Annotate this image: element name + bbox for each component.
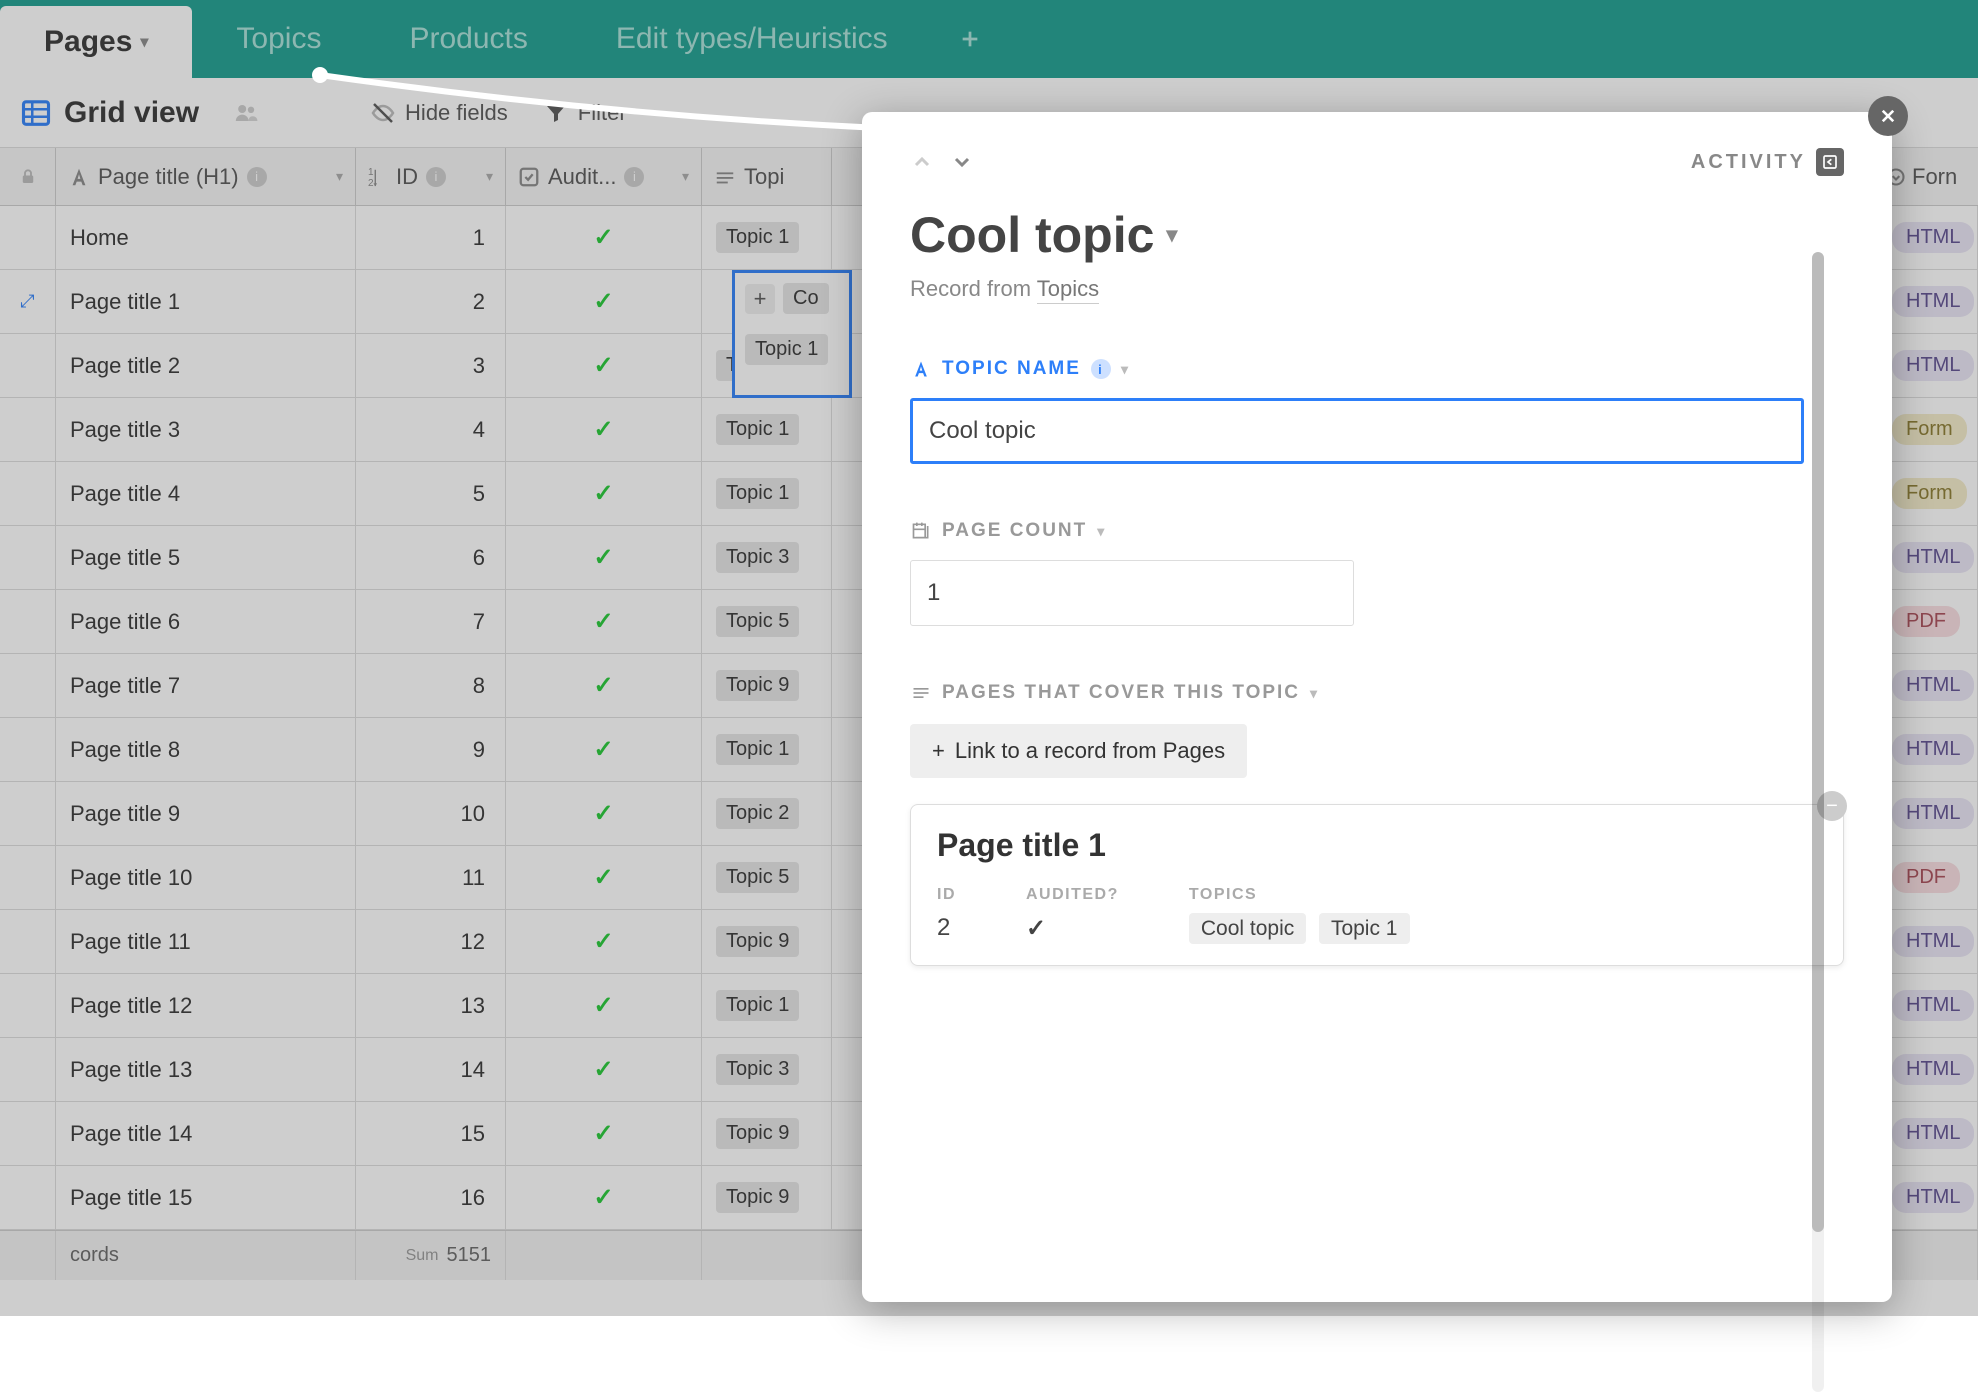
prev-record-button[interactable]	[910, 150, 934, 174]
record-source: Record from Topics	[910, 276, 1844, 302]
chevron-down-icon[interactable]: ▾	[1310, 685, 1319, 702]
count-icon	[910, 520, 932, 542]
field-label-topic-name[interactable]: TOPIC NAME i ▾	[910, 358, 1844, 380]
text-icon	[910, 358, 932, 380]
topic-tag: Cool topic	[1189, 913, 1306, 944]
page-count-value: 1	[910, 560, 1354, 626]
chevron-down-icon[interactable]: ▾	[1121, 361, 1130, 378]
card-id-value: 2	[937, 914, 956, 942]
linked-record-title: Page title 1	[937, 827, 1817, 864]
card-audited-label: AUDITED?	[1026, 886, 1119, 904]
field-label-page-count[interactable]: PAGE COUNT ▾	[910, 520, 1844, 542]
close-button[interactable]	[1868, 96, 1908, 136]
linked-record-card[interactable]: − Page title 1 ID 2 AUDITED? ✓ TOPICS Co…	[910, 804, 1844, 966]
link-icon	[910, 682, 932, 704]
card-audited-check: ✓	[1026, 914, 1119, 943]
modal-scrollbar[interactable]	[1812, 252, 1824, 1392]
record-title[interactable]: Cool topic ▾	[910, 206, 1844, 264]
info-icon[interactable]: i	[1091, 359, 1111, 379]
card-topics-value: Cool topic Topic 1	[1189, 914, 1416, 942]
topic-tag: Topic 1	[1319, 913, 1410, 944]
chevron-down-icon[interactable]: ▾	[1097, 523, 1106, 540]
modal-nav: ACTIVITY	[910, 148, 1844, 176]
card-topics-label: TOPICS	[1189, 886, 1416, 904]
activity-toggle[interactable]: ACTIVITY	[1691, 148, 1844, 176]
chevron-down-icon[interactable]: ▾	[1166, 222, 1177, 248]
topic-name-input[interactable]	[910, 398, 1804, 464]
next-record-button[interactable]	[950, 150, 974, 174]
link-record-button[interactable]: + Link to a record from Pages	[910, 724, 1247, 778]
card-id-label: ID	[937, 886, 956, 904]
source-table-link[interactable]: Topics	[1037, 276, 1099, 304]
plus-icon: +	[932, 738, 945, 764]
record-modal: ACTIVITY Cool topic ▾ Record from Topics…	[862, 112, 1892, 1302]
expand-panel-icon	[1816, 148, 1844, 176]
field-label-pages-cover[interactable]: PAGES THAT COVER THIS TOPIC ▾	[910, 682, 1844, 704]
activity-label: ACTIVITY	[1691, 151, 1806, 174]
